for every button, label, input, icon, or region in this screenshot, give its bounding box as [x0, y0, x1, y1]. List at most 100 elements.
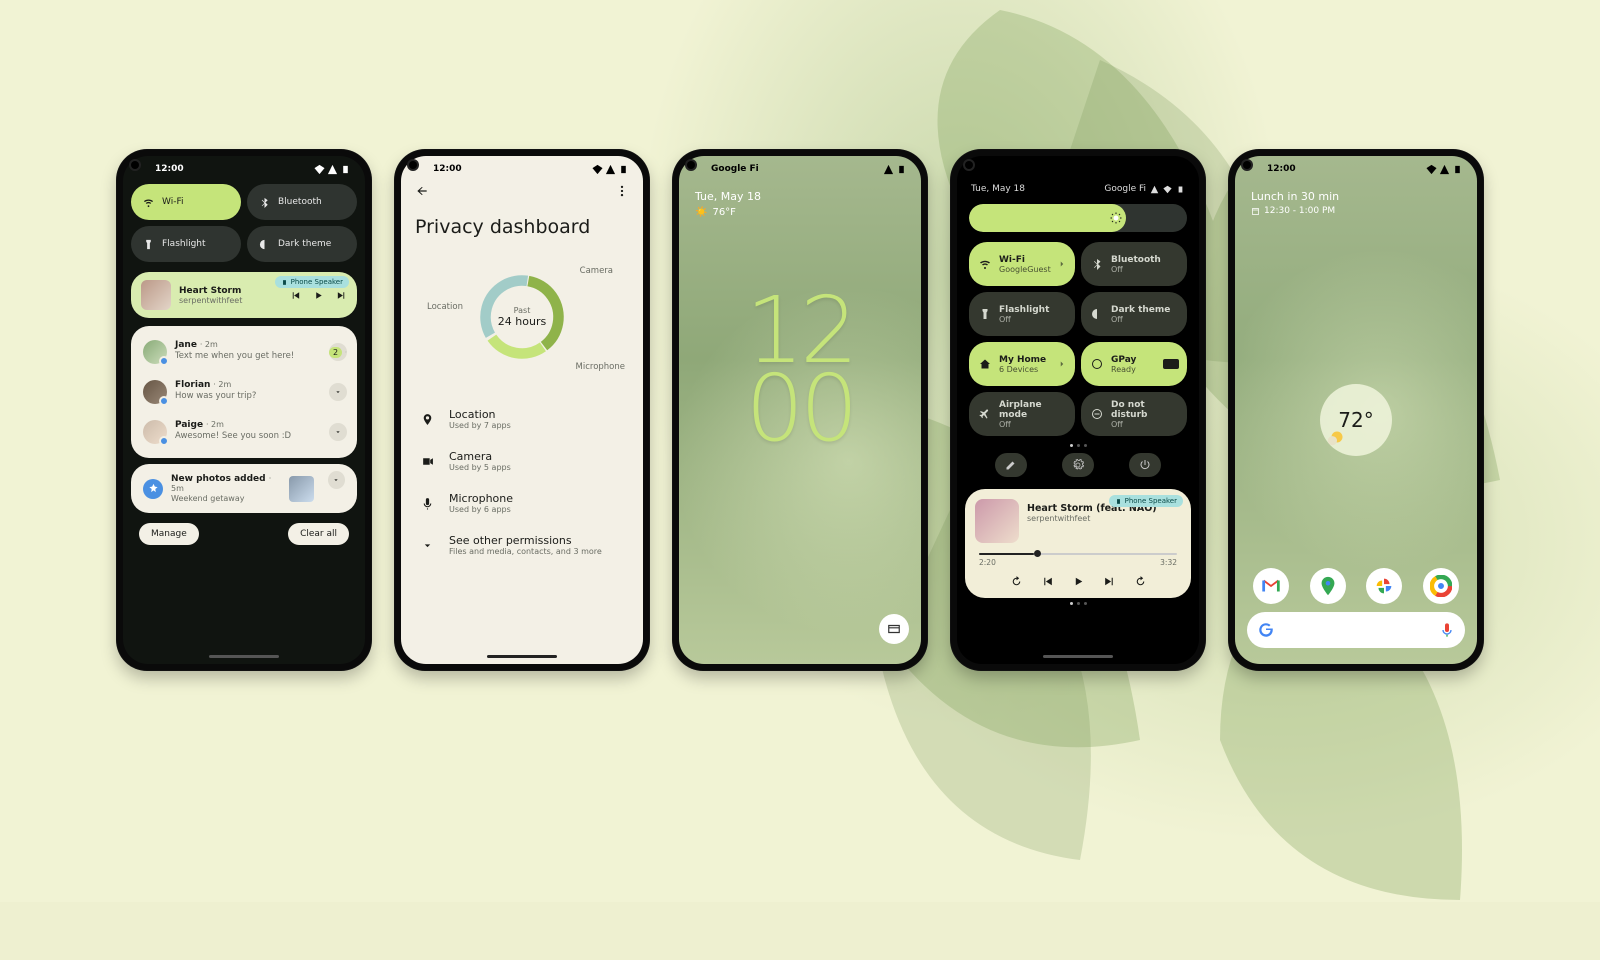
clear-all-button[interactable]: Clear all	[288, 523, 349, 545]
brightness-slider[interactable]	[969, 204, 1187, 232]
mic-icon[interactable]	[1439, 622, 1455, 638]
qs-tile-dnd[interactable]: Do not disturbOff	[1081, 392, 1187, 436]
qs-date: Tue, May 18	[971, 184, 1025, 194]
app-dock	[1235, 568, 1477, 604]
qs-tile-airplane[interactable]: Airplane modeOff	[969, 392, 1075, 436]
phone-1-notification-shade: 12:00 Wi-Fi Bluetooth Flashlight	[117, 150, 371, 670]
qs-flashlight[interactable]: Flashlight	[131, 226, 241, 262]
expand-icon[interactable]: 2	[329, 343, 347, 361]
card-icon	[1163, 359, 1179, 369]
rewind-icon[interactable]	[1010, 575, 1023, 588]
perm-row-other[interactable]: See other permissionsFiles and media, co…	[401, 524, 643, 566]
qs-tile-gpay[interactable]: GPayReady	[1081, 342, 1187, 386]
notification-photos[interactable]: New photos added · 5m Weekend getaway	[131, 464, 357, 513]
media-output-badge[interactable]: Phone Speaker	[275, 276, 349, 288]
gmail-icon[interactable]	[1253, 568, 1289, 604]
location-icon	[419, 413, 435, 426]
flashlight-icon	[979, 308, 991, 320]
qs-bluetooth-label: Bluetooth	[278, 197, 322, 207]
media-card[interactable]: Phone Speaker Heart Storm serpentwithfee…	[131, 272, 357, 318]
chrome-icon[interactable]	[1423, 568, 1459, 604]
expand-icon[interactable]	[329, 383, 347, 401]
qs-wifi[interactable]: Wi-Fi	[131, 184, 241, 220]
prev-icon[interactable]	[1041, 575, 1054, 588]
avatar	[143, 420, 167, 444]
qs-darktheme-label: Dark theme	[278, 239, 331, 249]
back-icon[interactable]	[415, 184, 429, 198]
perm-row-microphone[interactable]: MicrophoneUsed by 6 apps	[401, 482, 643, 524]
brightness-icon	[1110, 212, 1122, 224]
qs-darktheme[interactable]: Dark theme	[247, 226, 357, 262]
qs-tile-darktheme[interactable]: Dark themeOff	[1081, 292, 1187, 336]
page-indicator	[957, 444, 1199, 447]
manage-button[interactable]: Manage	[139, 523, 199, 545]
notification-jane[interactable]: Jane · 2m Text me when you get here! 2	[131, 332, 357, 372]
settings-button[interactable]	[1062, 453, 1094, 477]
status-bar: 12:00	[123, 156, 365, 182]
next-icon[interactable]	[336, 290, 347, 301]
prev-icon[interactable]	[290, 290, 301, 301]
expand-icon[interactable]	[328, 471, 345, 489]
qs-wifi-label: Wi-Fi	[162, 197, 183, 207]
perm-row-location[interactable]: LocationUsed by 7 apps	[401, 398, 643, 440]
play-icon[interactable]	[313, 290, 324, 301]
sun-icon	[1326, 426, 1348, 448]
qs-flashlight-label: Flashlight	[162, 239, 206, 249]
status-carrier: Google Fi	[711, 164, 759, 174]
media-artist: serpentwithfeet	[179, 296, 242, 305]
weather-widget[interactable]: 72°	[1320, 384, 1392, 456]
media-progress[interactable]	[979, 553, 1177, 555]
chevron-right-icon	[1057, 359, 1067, 369]
status-bar: Google Fi	[679, 156, 921, 182]
perm-row-camera[interactable]: CameraUsed by 5 apps	[401, 440, 643, 482]
home-icon	[979, 358, 991, 370]
search-bar[interactable]	[1247, 612, 1465, 648]
qs-bluetooth[interactable]: Bluetooth	[247, 184, 357, 220]
chevron-down-icon	[419, 539, 435, 552]
phone-5-home-screen: 12:00 Lunch in 30 min 12:30 - 1:00 PM 72…	[1229, 150, 1483, 670]
dnd-icon	[1091, 408, 1103, 420]
media-thumbnail	[141, 280, 171, 310]
notification-florian[interactable]: Florian · 2m How was your trip?	[131, 372, 357, 412]
bluetooth-icon	[1091, 258, 1103, 270]
more-icon[interactable]	[615, 184, 629, 198]
qs-tile-home[interactable]: My Home6 Devices	[969, 342, 1075, 386]
photos-icon	[143, 479, 163, 499]
conversation-group: Jane · 2m Text me when you get here! 2 F…	[131, 326, 357, 458]
status-bar: 12:00	[401, 156, 643, 182]
status-clock: 12:00	[433, 164, 462, 174]
forward-icon[interactable]	[1134, 575, 1147, 588]
phone-4-quick-settings: Tue, May 18 Google Fi Wi-FiGoogleGuest B…	[951, 150, 1205, 670]
edit-button[interactable]	[995, 453, 1027, 477]
qs-tile-flashlight[interactable]: FlashlightOff	[969, 292, 1075, 336]
status-bar: Tue, May 18 Google Fi	[957, 156, 1199, 198]
media-card[interactable]: Phone Speaker Heart Storm (feat. NAO) se…	[965, 489, 1191, 598]
photo-thumbnail	[289, 476, 314, 502]
page-title: Privacy dashboard	[401, 198, 643, 244]
wallet-button[interactable]	[879, 614, 909, 644]
media-output-badge[interactable]: Phone Speaker	[1109, 495, 1183, 507]
notification-paige[interactable]: Paige · 2m Awesome! See you soon :D	[131, 412, 357, 452]
photos-icon[interactable]	[1366, 568, 1402, 604]
status-icons	[314, 164, 351, 175]
avatar	[143, 340, 167, 364]
usage-donut: Past 24 hours Location Camera Microphone	[437, 252, 607, 382]
calendar-icon	[1251, 207, 1260, 216]
maps-icon[interactable]	[1310, 568, 1346, 604]
phone-2-privacy-dashboard: 12:00 Privacy dashboard Past 24 hours Lo…	[395, 150, 649, 670]
chevron-right-icon	[1057, 259, 1067, 269]
camera-icon	[419, 455, 435, 468]
microphone-icon	[419, 497, 435, 510]
status-clock: 12:00	[155, 164, 184, 174]
qs-tile-bluetooth[interactable]: BluetoothOff	[1081, 242, 1187, 286]
status-icons	[883, 164, 907, 175]
qs-tile-wifi[interactable]: Wi-FiGoogleGuest	[969, 242, 1075, 286]
status-icons	[1426, 164, 1463, 175]
power-button[interactable]	[1129, 453, 1161, 477]
play-icon[interactable]	[1072, 575, 1085, 588]
google-g-icon	[1257, 621, 1275, 639]
media-title: Heart Storm	[179, 286, 242, 296]
status-bar: 12:00	[1235, 156, 1477, 182]
expand-icon[interactable]	[329, 423, 347, 441]
next-icon[interactable]	[1103, 575, 1116, 588]
